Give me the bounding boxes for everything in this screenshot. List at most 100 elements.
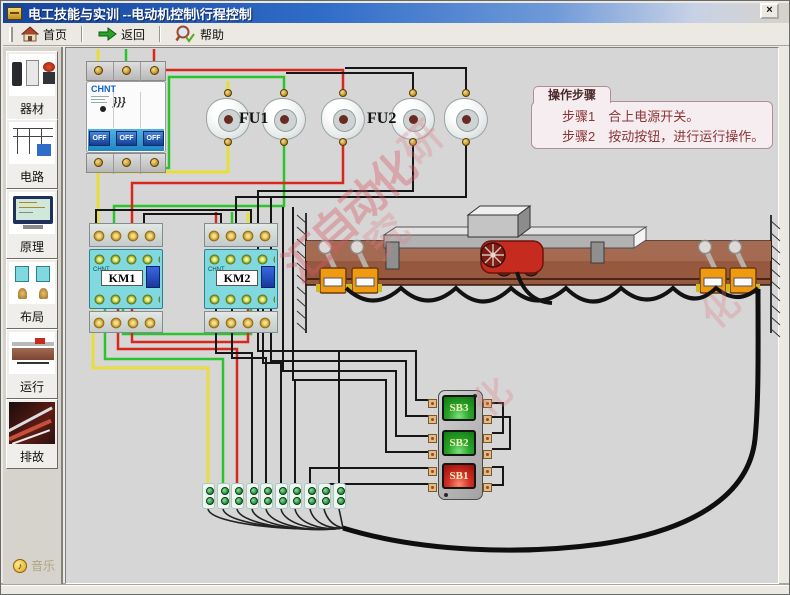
- fuse-screw: [409, 138, 417, 146]
- breaker-screw: [122, 158, 131, 167]
- music-toggle[interactable]: ♪ 音乐: [13, 557, 55, 574]
- breaker-trip-symbol: }}}: [113, 96, 141, 110]
- fuse-3: [321, 98, 365, 140]
- fuse-screw: [409, 89, 417, 97]
- breaker-test-dot: [100, 106, 106, 112]
- home-icon: [21, 26, 39, 42]
- breaker-screw: [94, 66, 103, 75]
- fuse-screw: [462, 138, 470, 146]
- km1-top-terminal-block: [89, 223, 163, 247]
- home-button[interactable]: 首页: [13, 24, 75, 45]
- sb2-button[interactable]: SB2: [442, 430, 476, 456]
- troubleshoot-icon: [9, 402, 55, 444]
- layout-icon: [9, 262, 55, 304]
- music-note-icon: ♪: [13, 559, 27, 573]
- circuit-icon: [9, 122, 55, 164]
- sidebar-item-troubleshoot[interactable]: 排故: [6, 399, 58, 469]
- back-button[interactable]: 返回: [89, 24, 153, 45]
- sidebar-item-run[interactable]: 运行: [6, 329, 58, 399]
- fuse-screw: [224, 89, 232, 97]
- terminal: [289, 483, 302, 509]
- button-terminal: [428, 415, 437, 424]
- toolbar: 首页 返回 帮助: [3, 23, 789, 46]
- breaker-screw: [150, 158, 159, 167]
- contactor-km2: CHNT KM2: [204, 249, 278, 309]
- button-terminal: [483, 483, 492, 492]
- breaker-screw: [122, 66, 131, 75]
- button-terminal: [428, 467, 437, 476]
- fuse-5: [444, 98, 488, 140]
- breaker-toggle-2[interactable]: OFF: [116, 131, 137, 146]
- title-bar: 电工技能与实训 --电动机控制\行程控制: [3, 3, 789, 23]
- km2-top-terminal-block: [204, 223, 278, 247]
- sidebar-item-principle[interactable]: 原理: [6, 189, 58, 259]
- button-terminal: [428, 399, 437, 408]
- app-window: 电工技能与实训 --电动机控制\行程控制 × 首页 返回 帮助: [0, 0, 790, 595]
- contactor-km1: CHNT KM1: [89, 249, 163, 309]
- fuse-group1-label: FU1: [239, 110, 268, 128]
- back-arrow-icon: [97, 27, 117, 41]
- sb3-button[interactable]: SB3: [442, 395, 476, 421]
- sidebar-item-equipment[interactable]: 器材: [6, 51, 58, 121]
- sidebar-item-label: 运行: [7, 376, 57, 398]
- km2-bottom-terminal-block: [204, 311, 278, 333]
- panel-screw: [444, 493, 448, 497]
- terminal: [275, 483, 288, 509]
- button-terminal: [483, 467, 492, 476]
- sidebar-item-layout[interactable]: 布局: [6, 259, 58, 329]
- breaker-toggle-1[interactable]: OFF: [89, 131, 110, 146]
- km2-label: KM2: [216, 270, 258, 286]
- fuse-2: [262, 98, 306, 140]
- run-icon: [9, 332, 55, 374]
- sidebar-item-circuit[interactable]: 电路: [6, 119, 58, 189]
- button-terminal: [483, 415, 492, 424]
- music-label: 音乐: [31, 557, 55, 574]
- km2-button: [261, 266, 275, 288]
- sidebar-item-label: 排故: [7, 446, 57, 468]
- terminal: [260, 483, 273, 509]
- breaker-toggle-3[interactable]: OFF: [143, 131, 164, 146]
- km1-bottom-terminal-block: [89, 311, 163, 333]
- equipment-icon: [9, 54, 55, 96]
- back-label: 返回: [121, 26, 145, 43]
- button-terminal: [483, 434, 492, 443]
- terminal: [217, 483, 230, 509]
- terminal: [333, 483, 346, 509]
- principle-icon: [9, 192, 55, 234]
- app-icon: [7, 7, 22, 20]
- breaker-screw: [150, 66, 159, 75]
- terminal: [202, 483, 215, 509]
- button-terminal: [428, 434, 437, 443]
- sidebar-item-label: 电路: [7, 166, 57, 188]
- sidebar-item-label: 布局: [7, 306, 57, 328]
- breaker-screw: [94, 158, 103, 167]
- toolbar-separator: [159, 26, 161, 42]
- terminal: [231, 483, 244, 509]
- km1-button: [146, 266, 160, 288]
- button-terminal: [483, 450, 492, 459]
- steps-panel: 步骤1 合上电源开关。 步骤2 按动按钮，进行运行操作。: [531, 101, 773, 149]
- fuse-screw: [224, 138, 232, 146]
- fuse-screw: [280, 89, 288, 97]
- sb1-button[interactable]: SB1: [442, 463, 476, 489]
- help-magnifier-icon: [175, 25, 196, 43]
- terminal: [246, 483, 259, 509]
- help-label: 帮助: [200, 26, 224, 43]
- toolbar-separator: [81, 26, 83, 42]
- fuse-screw: [339, 138, 347, 146]
- fuse-screw: [462, 89, 470, 97]
- fuse-group2-label: FU2: [367, 110, 396, 128]
- window-title: 电工技能与实训 --电动机控制\行程控制: [28, 4, 252, 23]
- sidebar-item-label: 原理: [7, 236, 57, 258]
- button-terminal: [428, 483, 437, 492]
- status-bar: [1, 585, 790, 595]
- home-label: 首页: [43, 26, 67, 43]
- step-line-1: 步骤1 合上电源开关。: [562, 107, 772, 127]
- sidebar: 器材 电路 原理: [3, 47, 63, 584]
- help-button[interactable]: 帮助: [167, 23, 232, 45]
- fuse-4: [391, 98, 435, 140]
- steps-panel-tab: 操作步骤: [533, 86, 611, 103]
- terminal: [304, 483, 317, 509]
- button-terminal: [483, 399, 492, 408]
- close-button[interactable]: ×: [760, 3, 779, 19]
